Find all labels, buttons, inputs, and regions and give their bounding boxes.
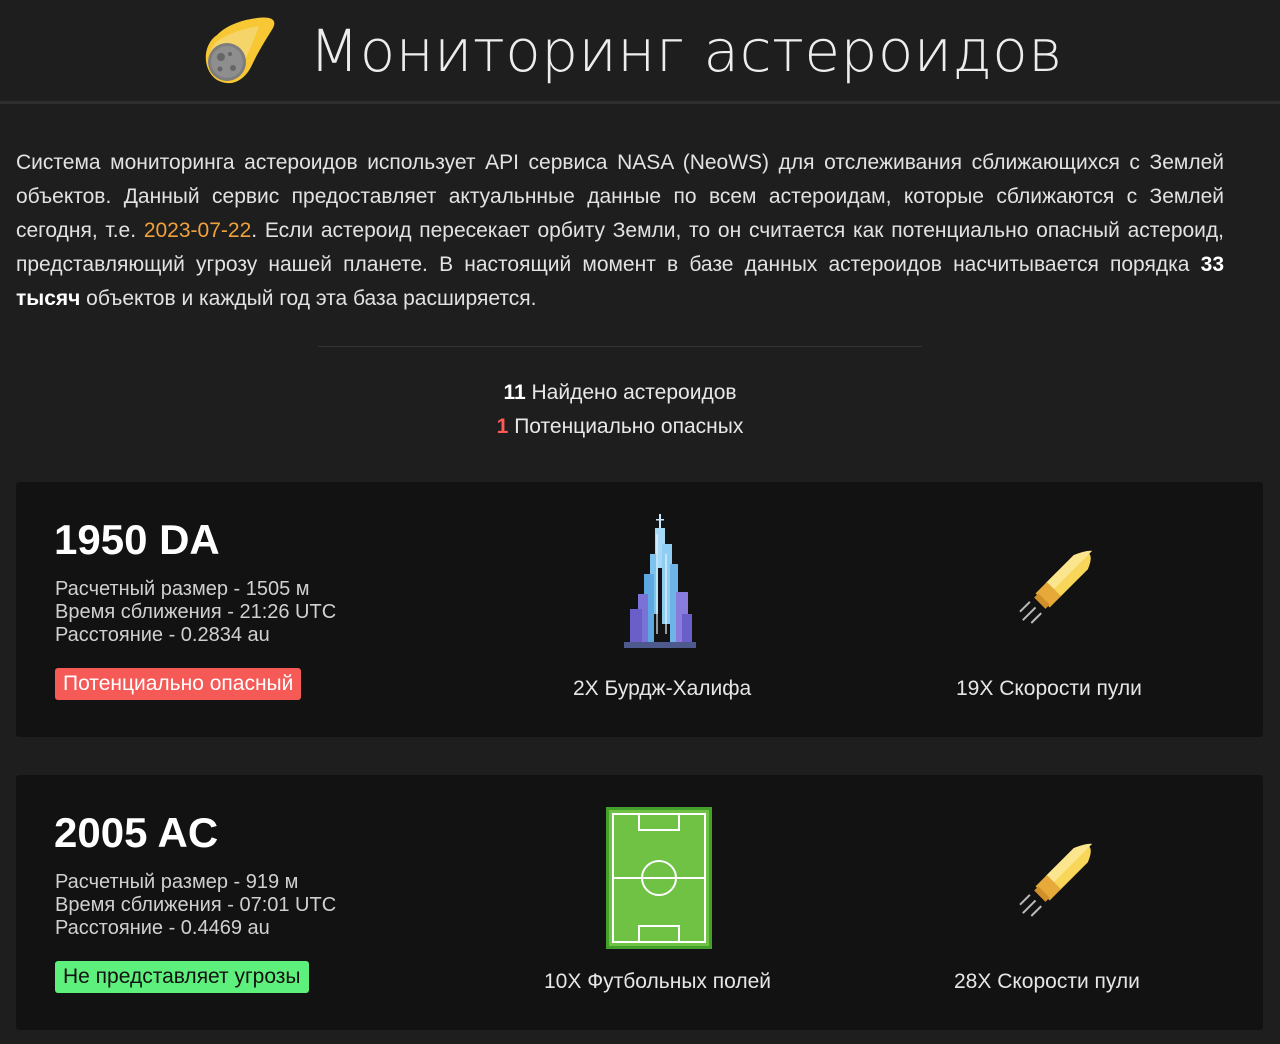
- danger-count: 1: [496, 415, 509, 438]
- asteroid-details: Расчетный размер - 919 м Время сближения…: [55, 871, 336, 940]
- speed-caption: 28X Скорости пули: [954, 970, 1140, 993]
- asteroid-time: Время сближения - 07:01 UTC: [55, 894, 337, 916]
- asteroid-card: 1950 DA Расчетный размер - 1505 м Время …: [16, 482, 1263, 737]
- current-date: 2023-07-22: [143, 219, 252, 242]
- asteroid-card: 2005 AC Расчетный размер - 919 м Время с…: [16, 775, 1263, 1030]
- intro-text: Система мониторинга астероидов используе…: [16, 146, 1224, 316]
- asteroid-name: 1950 DA: [54, 516, 220, 563]
- intro-part: объектов и каждый год эта база расширяет…: [80, 287, 537, 310]
- asteroid-size: Расчетный размер - 1505 м: [55, 578, 310, 600]
- asteroid-distance: Расстояние - 0.4469 au: [55, 917, 270, 939]
- football-field-icon: [606, 807, 712, 949]
- asteroid-details: Расчетный размер - 1505 м Время сближени…: [55, 578, 336, 647]
- size-comparison: 2X Бурдж-Халифа: [458, 482, 858, 737]
- asteroid-distance: Расстояние - 0.2834 au: [55, 624, 270, 646]
- speed-comparison: 28X Скорости пули: [861, 775, 1261, 1030]
- stats-summary: 11 Найдено астероидов 1 Потенциально опа…: [0, 376, 1240, 444]
- status-badge: Не представляет угрозы: [55, 961, 309, 993]
- speed-comparison: 19X Скорости пули: [861, 482, 1261, 737]
- bullet-icon: [1019, 843, 1093, 917]
- status-badge: Потенциально опасный: [55, 668, 302, 700]
- found-count: 11: [503, 381, 526, 404]
- size-caption: 2X Бурдж-Халифа: [573, 677, 752, 700]
- divider: [318, 346, 922, 347]
- found-stat: 11 Найдено астероидов: [0, 376, 1240, 410]
- page-header: Мониторинг астероидов: [0, 0, 1280, 104]
- found-label: Найдено астероидов: [525, 381, 737, 404]
- size-comparison: 10X Футбольных полей: [458, 775, 858, 1030]
- size-caption: 10X Футбольных полей: [544, 970, 772, 993]
- burj-khalifa-icon: [624, 514, 696, 648]
- asteroid-size: Расчетный размер - 919 м: [55, 871, 299, 893]
- page-title: Мониторинг астероидов: [309, 16, 1063, 85]
- bullet-icon: [1019, 550, 1093, 624]
- danger-label: Потенциально опасных: [508, 415, 744, 438]
- asteroid-time: Время сближения - 21:26 UTC: [55, 601, 337, 623]
- danger-stat: 1 Потенциально опасных: [0, 410, 1240, 444]
- asteroid-name: 2005 AC: [54, 809, 219, 856]
- comet-icon: [205, 16, 275, 83]
- speed-caption: 19X Скорости пули: [956, 677, 1142, 700]
